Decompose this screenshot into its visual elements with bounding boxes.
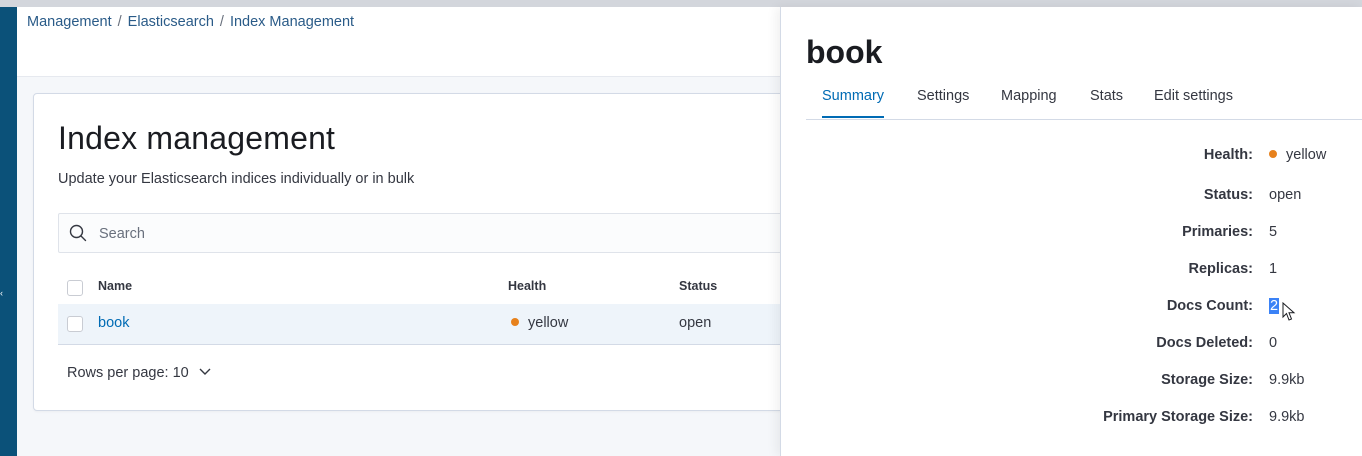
column-header-status[interactable]: Status <box>679 279 717 293</box>
summary-value: 9.9kb <box>1269 372 1305 388</box>
flyout-tabs: Summary Settings Mapping Stats Edit sett… <box>806 86 1362 120</box>
page-title: Index management <box>58 120 336 156</box>
tab-mapping[interactable]: Mapping <box>1001 88 1057 116</box>
breadcrumb-elasticsearch[interactable]: Elasticsearch <box>128 14 214 30</box>
column-header-health[interactable]: Health <box>508 279 546 293</box>
rows-per-page-button[interactable]: Rows per page: 10 <box>67 365 211 381</box>
summary-label: Status: <box>1203 187 1253 203</box>
side-navigation[interactable]: ‹ <box>0 7 17 456</box>
chevron-down-icon <box>199 368 211 375</box>
status-cell: open <box>679 315 712 331</box>
summary-replicas: Replicas: 1 <box>781 261 1362 281</box>
health-value: yellow <box>528 315 569 331</box>
page-header: Management / Elasticsearch / Index Managemen… <box>17 7 782 77</box>
search-input[interactable] <box>97 223 701 245</box>
health-value: yellow <box>1286 147 1327 163</box>
tab-edit-settings[interactable]: Edit settings <box>1154 88 1233 116</box>
search-icon <box>69 224 87 242</box>
breadcrumb-separator: / <box>219 14 224 30</box>
column-header-name[interactable]: Name <box>98 279 132 293</box>
search-box[interactable] <box>58 213 800 253</box>
table-row[interactable]: book yellow open <box>58 304 798 345</box>
summary-status: Status: open <box>781 187 1362 207</box>
index-detail-flyout: book Summary Settings Mapping Stats Edit… <box>780 7 1362 456</box>
index-management-panel: Index management Update your Elasticsear… <box>33 93 800 411</box>
health-cell: yellow <box>511 315 568 331</box>
summary-label: Primary Storage Size: <box>1103 409 1253 425</box>
select-all-checkbox[interactable] <box>67 280 83 296</box>
table-header: Name Health Status <box>58 272 798 305</box>
index-name-link[interactable]: book <box>98 315 129 331</box>
summary-primary-storage-size: Primary Storage Size: 9.9kb <box>781 409 1362 429</box>
collapse-handle-icon[interactable]: ‹ <box>0 289 4 298</box>
tab-stats[interactable]: Stats <box>1090 88 1123 116</box>
summary-value: yellow <box>1269 147 1326 163</box>
summary-label: Replicas: <box>1188 261 1253 277</box>
tab-summary[interactable]: Summary <box>822 88 885 118</box>
summary-health: Health: yellow <box>781 147 1362 167</box>
row-checkbox[interactable] <box>67 316 83 332</box>
summary-label: Primaries: <box>1182 224 1253 240</box>
summary-value: 9.9kb <box>1269 409 1305 425</box>
summary-value: 0 <box>1269 335 1278 351</box>
mouse-cursor-icon <box>1282 302 1296 321</box>
summary-storage-size: Storage Size: 9.9kb <box>781 372 1362 392</box>
browser-top-edge <box>0 0 1362 7</box>
flyout-title: book <box>806 34 883 70</box>
summary-value: 2 <box>1269 298 1280 314</box>
status-dot-icon <box>1269 150 1277 158</box>
rows-per-page-label: Rows per page: 10 <box>67 365 189 381</box>
tab-settings[interactable]: Settings <box>917 88 969 116</box>
breadcrumb-management[interactable]: Management <box>27 14 112 30</box>
selected-text[interactable]: 2 <box>1269 298 1280 314</box>
summary-value: 5 <box>1269 224 1278 240</box>
page-subtitle: Update your Elasticsearch indices indivi… <box>58 171 415 187</box>
summary-docs-count: Docs Count: 2 <box>781 298 1362 318</box>
breadcrumb: Management / Elasticsearch / Index Managemen… <box>27 14 354 30</box>
summary-label: Docs Count: <box>1166 298 1253 314</box>
status-dot-icon <box>511 318 519 326</box>
breadcrumb-index-management[interactable]: Index Management <box>230 14 354 30</box>
summary-label: Storage Size: <box>1161 372 1253 388</box>
summary-label: Docs Deleted: <box>1156 335 1253 351</box>
summary-docs-deleted: Docs Deleted: 0 <box>781 335 1362 355</box>
summary-value: 1 <box>1269 261 1278 277</box>
summary-value: open <box>1269 187 1302 203</box>
breadcrumb-separator: / <box>117 14 122 30</box>
summary-primaries: Primaries: 5 <box>781 224 1362 244</box>
summary-label: Health: <box>1203 147 1253 163</box>
